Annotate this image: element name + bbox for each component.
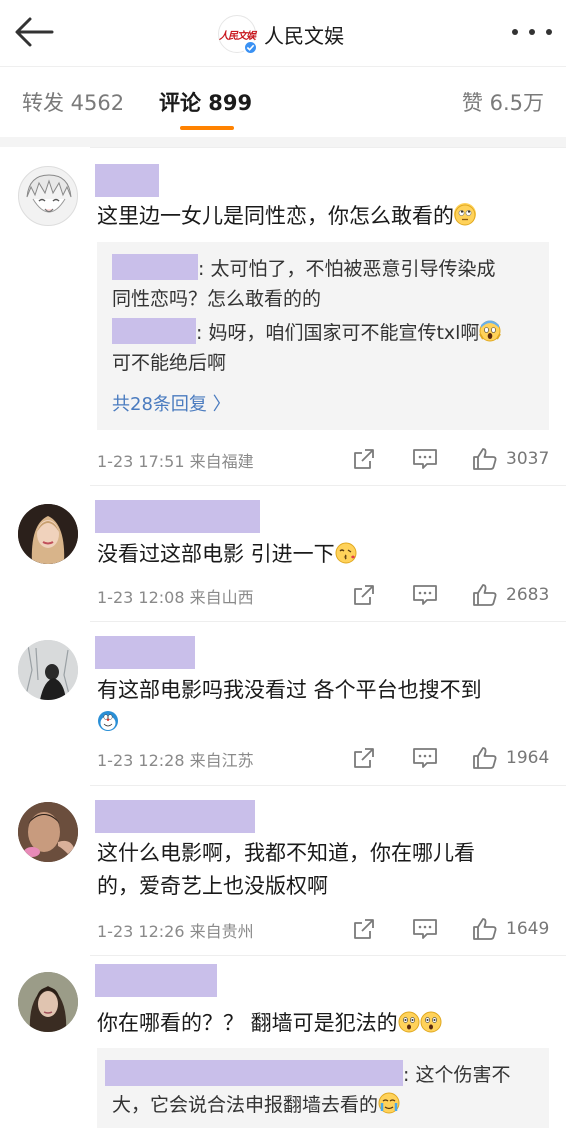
comment-text: 你在哪看的？？ 翻墙可是犯法的 bbox=[97, 1007, 547, 1039]
tab-comments[interactable]: 评论 899 bbox=[159, 87, 252, 117]
username-redacted[interactable] bbox=[95, 964, 217, 997]
avatar[interactable] bbox=[18, 504, 78, 564]
comment-body: 你在哪看的？？ 翻墙可是犯法的 bbox=[97, 1011, 398, 1035]
comment-icon[interactable] bbox=[412, 446, 438, 472]
comment-text: 这里边一女儿是同性恋，你怎么敢看的 bbox=[97, 200, 547, 232]
avatar[interactable] bbox=[18, 972, 78, 1032]
more-icon[interactable] bbox=[512, 24, 552, 40]
comment-meta: 1-23 17:51 来自福建 3037 bbox=[97, 444, 549, 474]
like-button[interactable]: 1649 bbox=[472, 916, 549, 942]
reply-username-redacted[interactable] bbox=[105, 1060, 403, 1086]
reply-text: : 这个伤害不 bbox=[403, 1064, 511, 1086]
comment-time-location: 1-23 12:28 来自江苏 bbox=[97, 751, 254, 770]
reply-text: 可不能绝后啊 bbox=[112, 352, 227, 374]
section-divider bbox=[0, 137, 566, 147]
crying-emoji-icon bbox=[378, 1092, 400, 1114]
like-count: 1964 bbox=[506, 748, 550, 768]
kiss-emoji-icon bbox=[335, 541, 357, 564]
reply-box: : 这个伤害不 大，它会说合法申报翻墙去看的 bbox=[97, 1048, 549, 1128]
share-icon[interactable] bbox=[352, 582, 376, 608]
reply-box: : 太可怕了，不怕被恶意引导传染成 同性恋吗？怎么敢看的的 : 妈呀，咱们国家可… bbox=[97, 242, 549, 430]
avatar[interactable] bbox=[18, 640, 78, 700]
comment-time-location: 1-23 12:26 来自贵州 bbox=[97, 922, 254, 941]
reply-text: : 太可怕了，不怕被恶意引导传染成 bbox=[198, 258, 496, 280]
tab-repost[interactable]: 转发 4562 bbox=[22, 87, 124, 117]
account-avatar[interactable]: 人民文娱 bbox=[218, 15, 258, 55]
username-redacted[interactable] bbox=[95, 636, 195, 669]
active-tab-indicator bbox=[180, 126, 234, 130]
comment-time-location: 1-23 12:08 来自山西 bbox=[97, 588, 254, 607]
comment-icon[interactable] bbox=[412, 745, 438, 771]
reply-text: 大，它会说合法申报翻墙去看的 bbox=[112, 1094, 379, 1116]
astonished-emoji-icon bbox=[398, 1010, 420, 1033]
comment-time-location: 1-23 17:51 来自福建 bbox=[97, 452, 254, 471]
like-count: 2683 bbox=[506, 585, 550, 605]
astonished-emoji-icon bbox=[420, 1010, 442, 1033]
account-name[interactable]: 人民文娱 bbox=[264, 20, 344, 49]
eye-roll-emoji-icon bbox=[454, 203, 476, 226]
reply-username-redacted[interactable] bbox=[112, 254, 198, 280]
back-arrow-icon[interactable] bbox=[12, 14, 56, 50]
comment-meta: 1-23 12:28 来自江苏 1964 bbox=[97, 743, 549, 773]
like-button[interactable]: 2683 bbox=[472, 582, 549, 608]
thumbs-up-icon bbox=[473, 584, 497, 606]
comment-meta: 1-23 12:26 来自贵州 1649 bbox=[97, 914, 549, 944]
reply-item-continued: 可不能绝后啊 bbox=[112, 348, 532, 378]
reply-item[interactable]: : 这个伤害不 bbox=[105, 1060, 545, 1090]
view-more-replies-link[interactable]: 共28条回复 〉 bbox=[112, 390, 231, 416]
like-count: 3037 bbox=[506, 449, 550, 469]
comment-body: 没看过这部电影 引进一下 bbox=[97, 542, 335, 566]
comment-meta: 1-23 12:08 来自山西 2683 bbox=[97, 580, 549, 610]
divider bbox=[90, 147, 566, 148]
thumbs-up-icon bbox=[473, 448, 497, 470]
scream-emoji-icon bbox=[479, 320, 502, 342]
comment-icon[interactable] bbox=[412, 582, 438, 608]
thumbs-up-icon bbox=[473, 747, 497, 769]
comment-body: 这里边一女儿是同性恋，你怎么敢看的 bbox=[97, 204, 454, 228]
avatar[interactable] bbox=[18, 166, 78, 226]
comment-body: 的，爱奇艺上也没版权啊 bbox=[97, 874, 328, 898]
comment-text: 有这部电影吗我没看过 各个平台也搜不到 bbox=[97, 674, 547, 706]
reply-item[interactable]: : 太可怕了，不怕被恶意引导传染成 bbox=[112, 254, 532, 284]
like-count: 1649 bbox=[506, 919, 550, 939]
doraemon-emoji-icon bbox=[97, 709, 119, 731]
divider bbox=[90, 621, 566, 622]
username-redacted[interactable] bbox=[95, 500, 260, 533]
comment-body: 有这部电影吗我没看过 各个平台也搜不到 bbox=[97, 678, 482, 702]
account-header[interactable]: 人民文娱 人民文娱 bbox=[218, 14, 344, 55]
reply-text: : 妈呀，咱们国家可不能宣传txl啊 bbox=[196, 322, 480, 344]
divider bbox=[90, 955, 566, 956]
reply-item-continued: 同性恋吗？怎么敢看的的 bbox=[112, 284, 532, 314]
reply-item[interactable]: : 妈呀，咱们国家可不能宣传txl啊 bbox=[112, 318, 532, 348]
share-icon[interactable] bbox=[352, 745, 376, 771]
comment-text: 没看过这部电影 引进一下 bbox=[97, 538, 547, 570]
tab-likes[interactable]: 赞 6.5万 bbox=[462, 87, 544, 117]
thumbs-up-icon bbox=[473, 918, 497, 940]
reply-item-continued: 大，它会说合法申报翻墙去看的 bbox=[112, 1090, 532, 1120]
comment-text-continued: 的，爱奇艺上也没版权啊 bbox=[97, 870, 547, 902]
comment-icon[interactable] bbox=[412, 916, 438, 942]
reply-text: 同性恋吗？怎么敢看的的 bbox=[112, 288, 322, 310]
like-button[interactable]: 1964 bbox=[472, 745, 549, 771]
reply-username-redacted[interactable] bbox=[112, 318, 196, 344]
verified-badge-icon bbox=[243, 40, 258, 55]
divider bbox=[90, 485, 566, 486]
share-icon[interactable] bbox=[352, 446, 376, 472]
comment-text-continued bbox=[97, 706, 547, 738]
top-bar: 人民文娱 人民文娱 bbox=[0, 0, 566, 66]
avatar[interactable] bbox=[18, 802, 78, 862]
divider bbox=[90, 785, 566, 786]
username-redacted[interactable] bbox=[95, 800, 255, 833]
share-icon[interactable] bbox=[352, 916, 376, 942]
comment-text: 这什么电影啊，我都不知道，你在哪儿看 bbox=[97, 837, 547, 869]
comment-body: 这什么电影啊，我都不知道，你在哪儿看 bbox=[97, 841, 475, 865]
like-button[interactable]: 3037 bbox=[472, 446, 549, 472]
tab-bar: 转发 4562 评论 899 赞 6.5万 bbox=[0, 67, 566, 137]
username-redacted[interactable] bbox=[95, 164, 159, 197]
